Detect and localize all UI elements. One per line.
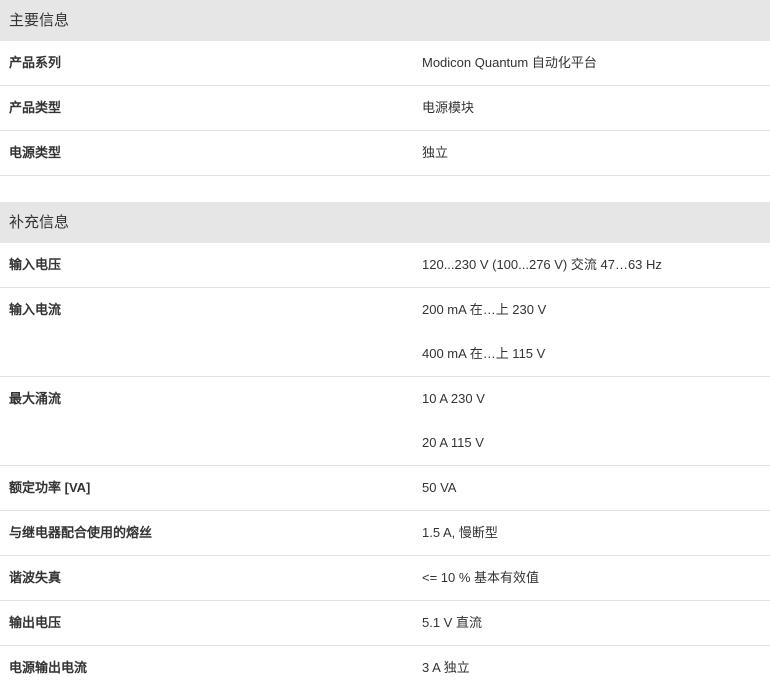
- spec-label: 电源输出电流: [9, 660, 88, 675]
- spec-value: <= 10 % 基本有效值: [422, 570, 540, 585]
- spec-values: 120...230 V (100...276 V) 交流 47…63 Hz: [413, 243, 770, 287]
- spec-values: 3 A 独立: [413, 646, 770, 690]
- spec-row-output-voltage: 输出电压 5.1 V 直流: [0, 601, 770, 646]
- section-header-main-info: 主要信息: [0, 0, 770, 41]
- spec-row-power-supply-type: 电源类型 独立: [0, 131, 770, 176]
- spec-label: 与继电器配合使用的熔丝: [9, 525, 153, 540]
- spec-values: 5.1 V 直流: [413, 601, 770, 645]
- spec-row-input-voltage: 输入电压 120...230 V (100...276 V) 交流 47…63 …: [0, 243, 770, 288]
- spec-row-harmonic-distortion: 谐波失真 <= 10 % 基本有效值: [0, 556, 770, 601]
- spec-value: 电源模块: [422, 100, 475, 115]
- spec-value: 200 mA 在…上 230 V: [422, 302, 547, 317]
- spec-value: 50 VA: [422, 480, 457, 495]
- spec-label: 产品类型: [9, 100, 62, 115]
- spec-label: 输出电压: [9, 615, 62, 630]
- spec-label: 最大涌流: [9, 391, 62, 406]
- spec-values: 1.5 A, 慢断型: [413, 511, 770, 555]
- spec-row-max-inrush-current: 最大涌流 10 A 230 V 20 A 115 V: [0, 377, 770, 466]
- spec-value: 3 A 独立: [422, 660, 470, 675]
- spec-sheet: 主要信息 产品系列 Modicon Quantum 自动化平台 产品类型 电源模…: [0, 0, 770, 690]
- spec-value: 5.1 V 直流: [422, 615, 482, 630]
- spec-value: 10 A 230 V: [422, 391, 485, 406]
- spec-values: 200 mA 在…上 230 V 400 mA 在…上 115 V: [413, 288, 770, 376]
- spec-values: 电源模块: [413, 86, 770, 130]
- spec-value: Modicon Quantum 自动化平台: [422, 55, 597, 70]
- spec-value: 1.5 A, 慢断型: [422, 525, 498, 540]
- spec-values: 10 A 230 V 20 A 115 V: [413, 377, 770, 465]
- spec-value: 20 A 115 V: [422, 435, 484, 450]
- spec-label: 谐波失真: [9, 570, 62, 585]
- spec-label: 产品系列: [9, 55, 62, 70]
- spec-label: 输入电压: [9, 257, 62, 272]
- spec-value: 400 mA 在…上 115 V: [422, 346, 546, 361]
- spec-value: 独立: [422, 145, 449, 160]
- spec-label: 电源类型: [9, 145, 62, 160]
- spec-values: 50 VA: [413, 466, 770, 510]
- section-header-supplementary-info: 补充信息: [0, 202, 770, 243]
- spec-label: 输入电流: [9, 302, 62, 317]
- spec-values: <= 10 % 基本有效值: [413, 556, 770, 600]
- spec-row-product-type: 产品类型 电源模块: [0, 86, 770, 131]
- spec-value: 120...230 V (100...276 V) 交流 47…63 Hz: [422, 257, 662, 272]
- spec-row-relay-fuse: 与继电器配合使用的熔丝 1.5 A, 慢断型: [0, 511, 770, 556]
- spec-label: 额定功率 [VA]: [9, 480, 91, 495]
- spec-row-input-current: 输入电流 200 mA 在…上 230 V 400 mA 在…上 115 V: [0, 288, 770, 377]
- spec-values: 独立: [413, 131, 770, 175]
- spec-row-rated-power: 额定功率 [VA] 50 VA: [0, 466, 770, 511]
- spec-row-product-series: 产品系列 Modicon Quantum 自动化平台: [0, 41, 770, 86]
- spec-row-power-output-current: 电源输出电流 3 A 独立: [0, 646, 770, 690]
- spec-values: Modicon Quantum 自动化平台: [413, 41, 770, 85]
